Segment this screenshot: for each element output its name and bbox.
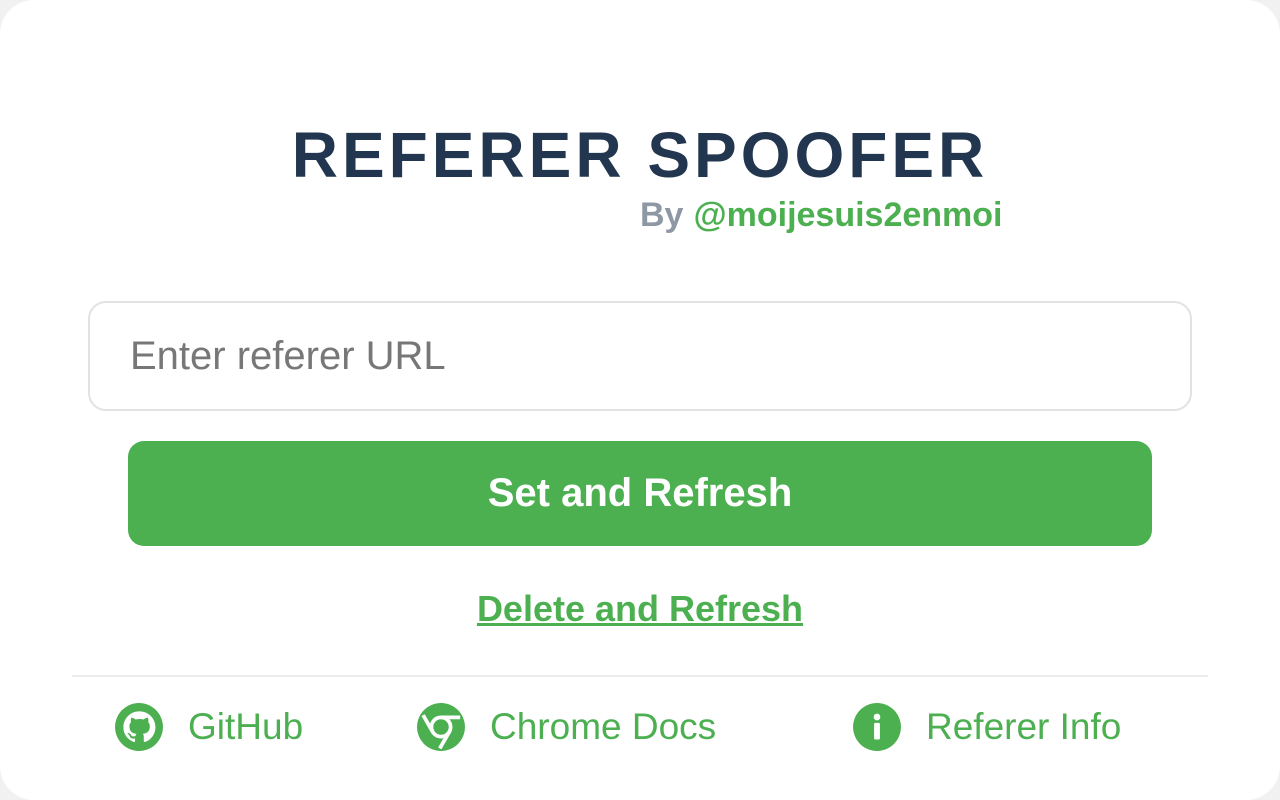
author-handle-link[interactable]: @moijesuis2enmoi — [693, 196, 1002, 234]
referer-url-input[interactable] — [88, 301, 1192, 411]
byline-prefix: By — [640, 196, 684, 234]
referer-info-link-label: Referer Info — [926, 706, 1122, 747]
github-icon — [114, 702, 164, 752]
footer-divider — [72, 675, 1208, 677]
app-title: REFERER SPOOFER — [291, 119, 989, 191]
info-icon — [852, 702, 902, 752]
github-link-label: GitHub — [188, 706, 304, 747]
referer-info-link[interactable]: Referer Info — [852, 700, 1121, 754]
chrome-docs-link-label: Chrome Docs — [490, 706, 717, 747]
popup-card: REFERER SPOOFER By@moijesuis2enmoi Set a… — [0, 0, 1280, 800]
byline: By @moijesuis2enmoi — [640, 196, 1003, 235]
chrome-docs-link[interactable]: Chrome Docs — [416, 700, 716, 754]
delete-and-refresh-link[interactable]: Delete and Refresh — [0, 588, 1280, 630]
set-and-refresh-button[interactable]: Set and Refresh — [128, 441, 1152, 546]
github-link[interactable]: GitHub — [114, 700, 303, 754]
chrome-icon — [416, 702, 466, 752]
